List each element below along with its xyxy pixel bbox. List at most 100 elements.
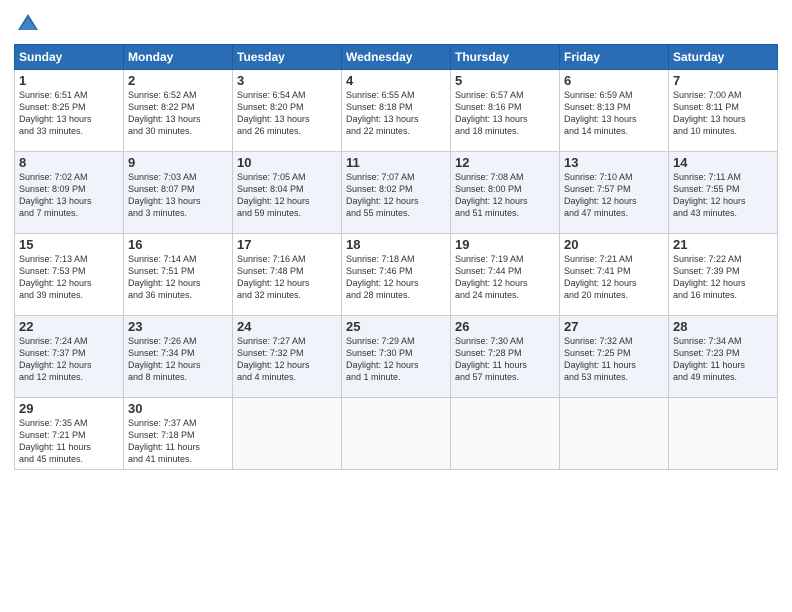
calendar-cell <box>669 398 778 470</box>
day-number: 1 <box>19 73 119 88</box>
day-info: Sunrise: 7:29 AM Sunset: 7:30 PM Dayligh… <box>346 335 446 384</box>
day-number: 25 <box>346 319 446 334</box>
day-number: 28 <box>673 319 773 334</box>
day-info: Sunrise: 7:05 AM Sunset: 8:04 PM Dayligh… <box>237 171 337 220</box>
calendar-cell <box>342 398 451 470</box>
day-number: 10 <box>237 155 337 170</box>
calendar-cell: 23Sunrise: 7:26 AM Sunset: 7:34 PM Dayli… <box>124 316 233 398</box>
header-thursday: Thursday <box>451 45 560 70</box>
day-number: 7 <box>673 73 773 88</box>
day-info: Sunrise: 7:21 AM Sunset: 7:41 PM Dayligh… <box>564 253 664 302</box>
header <box>14 10 778 38</box>
day-number: 24 <box>237 319 337 334</box>
day-number: 6 <box>564 73 664 88</box>
day-info: Sunrise: 7:37 AM Sunset: 7:18 PM Dayligh… <box>128 417 228 466</box>
day-number: 3 <box>237 73 337 88</box>
day-number: 27 <box>564 319 664 334</box>
day-number: 2 <box>128 73 228 88</box>
day-number: 17 <box>237 237 337 252</box>
day-info: Sunrise: 7:35 AM Sunset: 7:21 PM Dayligh… <box>19 417 119 466</box>
day-info: Sunrise: 7:00 AM Sunset: 8:11 PM Dayligh… <box>673 89 773 138</box>
calendar-cell: 6Sunrise: 6:59 AM Sunset: 8:13 PM Daylig… <box>560 70 669 152</box>
calendar-cell: 7Sunrise: 7:00 AM Sunset: 8:11 PM Daylig… <box>669 70 778 152</box>
day-info: Sunrise: 7:19 AM Sunset: 7:44 PM Dayligh… <box>455 253 555 302</box>
calendar-cell: 13Sunrise: 7:10 AM Sunset: 7:57 PM Dayli… <box>560 152 669 234</box>
day-info: Sunrise: 7:11 AM Sunset: 7:55 PM Dayligh… <box>673 171 773 220</box>
day-info: Sunrise: 6:54 AM Sunset: 8:20 PM Dayligh… <box>237 89 337 138</box>
day-info: Sunrise: 7:16 AM Sunset: 7:48 PM Dayligh… <box>237 253 337 302</box>
header-monday: Monday <box>124 45 233 70</box>
day-info: Sunrise: 7:24 AM Sunset: 7:37 PM Dayligh… <box>19 335 119 384</box>
calendar-cell: 4Sunrise: 6:55 AM Sunset: 8:18 PM Daylig… <box>342 70 451 152</box>
calendar-cell: 10Sunrise: 7:05 AM Sunset: 8:04 PM Dayli… <box>233 152 342 234</box>
calendar-cell: 18Sunrise: 7:18 AM Sunset: 7:46 PM Dayli… <box>342 234 451 316</box>
calendar-cell: 15Sunrise: 7:13 AM Sunset: 7:53 PM Dayli… <box>15 234 124 316</box>
calendar-cell: 20Sunrise: 7:21 AM Sunset: 7:41 PM Dayli… <box>560 234 669 316</box>
header-wednesday: Wednesday <box>342 45 451 70</box>
day-info: Sunrise: 7:08 AM Sunset: 8:00 PM Dayligh… <box>455 171 555 220</box>
day-number: 30 <box>128 401 228 416</box>
calendar-table: Sunday Monday Tuesday Wednesday Thursday… <box>14 44 778 470</box>
calendar-cell: 1Sunrise: 6:51 AM Sunset: 8:25 PM Daylig… <box>15 70 124 152</box>
day-number: 18 <box>346 237 446 252</box>
day-info: Sunrise: 7:13 AM Sunset: 7:53 PM Dayligh… <box>19 253 119 302</box>
calendar-cell <box>233 398 342 470</box>
calendar-cell: 28Sunrise: 7:34 AM Sunset: 7:23 PM Dayli… <box>669 316 778 398</box>
day-info: Sunrise: 6:55 AM Sunset: 8:18 PM Dayligh… <box>346 89 446 138</box>
calendar-cell: 19Sunrise: 7:19 AM Sunset: 7:44 PM Dayli… <box>451 234 560 316</box>
calendar-cell: 26Sunrise: 7:30 AM Sunset: 7:28 PM Dayli… <box>451 316 560 398</box>
day-number: 20 <box>564 237 664 252</box>
day-info: Sunrise: 7:02 AM Sunset: 8:09 PM Dayligh… <box>19 171 119 220</box>
day-info: Sunrise: 6:52 AM Sunset: 8:22 PM Dayligh… <box>128 89 228 138</box>
calendar-cell: 24Sunrise: 7:27 AM Sunset: 7:32 PM Dayli… <box>233 316 342 398</box>
day-info: Sunrise: 6:57 AM Sunset: 8:16 PM Dayligh… <box>455 89 555 138</box>
day-number: 14 <box>673 155 773 170</box>
day-number: 13 <box>564 155 664 170</box>
day-number: 8 <box>19 155 119 170</box>
day-number: 29 <box>19 401 119 416</box>
calendar-cell: 22Sunrise: 7:24 AM Sunset: 7:37 PM Dayli… <box>15 316 124 398</box>
calendar-cell: 21Sunrise: 7:22 AM Sunset: 7:39 PM Dayli… <box>669 234 778 316</box>
calendar-cell: 9Sunrise: 7:03 AM Sunset: 8:07 PM Daylig… <box>124 152 233 234</box>
day-info: Sunrise: 7:03 AM Sunset: 8:07 PM Dayligh… <box>128 171 228 220</box>
calendar-cell: 16Sunrise: 7:14 AM Sunset: 7:51 PM Dayli… <box>124 234 233 316</box>
calendar-cell: 11Sunrise: 7:07 AM Sunset: 8:02 PM Dayli… <box>342 152 451 234</box>
calendar-cell: 8Sunrise: 7:02 AM Sunset: 8:09 PM Daylig… <box>15 152 124 234</box>
day-info: Sunrise: 7:32 AM Sunset: 7:25 PM Dayligh… <box>564 335 664 384</box>
day-header-row: Sunday Monday Tuesday Wednesday Thursday… <box>15 45 778 70</box>
calendar-cell: 5Sunrise: 6:57 AM Sunset: 8:16 PM Daylig… <box>451 70 560 152</box>
day-info: Sunrise: 7:14 AM Sunset: 7:51 PM Dayligh… <box>128 253 228 302</box>
calendar-cell: 27Sunrise: 7:32 AM Sunset: 7:25 PM Dayli… <box>560 316 669 398</box>
calendar-cell: 17Sunrise: 7:16 AM Sunset: 7:48 PM Dayli… <box>233 234 342 316</box>
day-number: 19 <box>455 237 555 252</box>
day-number: 9 <box>128 155 228 170</box>
day-info: Sunrise: 7:18 AM Sunset: 7:46 PM Dayligh… <box>346 253 446 302</box>
calendar-cell: 2Sunrise: 6:52 AM Sunset: 8:22 PM Daylig… <box>124 70 233 152</box>
day-number: 4 <box>346 73 446 88</box>
header-sunday: Sunday <box>15 45 124 70</box>
header-saturday: Saturday <box>669 45 778 70</box>
day-number: 15 <box>19 237 119 252</box>
day-number: 22 <box>19 319 119 334</box>
header-friday: Friday <box>560 45 669 70</box>
day-number: 23 <box>128 319 228 334</box>
day-info: Sunrise: 7:10 AM Sunset: 7:57 PM Dayligh… <box>564 171 664 220</box>
day-info: Sunrise: 7:34 AM Sunset: 7:23 PM Dayligh… <box>673 335 773 384</box>
day-info: Sunrise: 6:59 AM Sunset: 8:13 PM Dayligh… <box>564 89 664 138</box>
logo-icon <box>14 10 42 38</box>
calendar-cell: 3Sunrise: 6:54 AM Sunset: 8:20 PM Daylig… <box>233 70 342 152</box>
calendar-cell: 30Sunrise: 7:37 AM Sunset: 7:18 PM Dayli… <box>124 398 233 470</box>
page: Sunday Monday Tuesday Wednesday Thursday… <box>0 0 792 612</box>
calendar-cell: 14Sunrise: 7:11 AM Sunset: 7:55 PM Dayli… <box>669 152 778 234</box>
calendar-cell: 25Sunrise: 7:29 AM Sunset: 7:30 PM Dayli… <box>342 316 451 398</box>
day-number: 5 <box>455 73 555 88</box>
day-info: Sunrise: 7:26 AM Sunset: 7:34 PM Dayligh… <box>128 335 228 384</box>
day-number: 26 <box>455 319 555 334</box>
day-info: Sunrise: 7:27 AM Sunset: 7:32 PM Dayligh… <box>237 335 337 384</box>
calendar-cell: 12Sunrise: 7:08 AM Sunset: 8:00 PM Dayli… <box>451 152 560 234</box>
day-number: 12 <box>455 155 555 170</box>
calendar-cell <box>451 398 560 470</box>
header-tuesday: Tuesday <box>233 45 342 70</box>
day-info: Sunrise: 6:51 AM Sunset: 8:25 PM Dayligh… <box>19 89 119 138</box>
day-number: 16 <box>128 237 228 252</box>
